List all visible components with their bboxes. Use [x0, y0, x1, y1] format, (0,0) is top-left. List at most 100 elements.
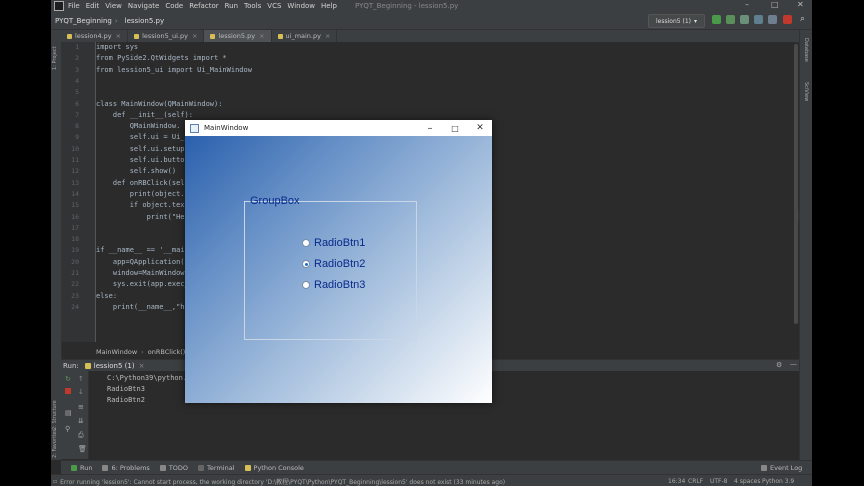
- code-line: app=QApplication(s: [96, 257, 189, 266]
- radio-btn-3[interactable]: RadioBtn3: [302, 279, 365, 291]
- line-number-gutter: 1 2 3 4 5 6 7 8 9 10 11 12 13 14 15 16 17 18 19 20 21 22 23 24: [61, 42, 96, 342]
- radio-indicator: [302, 281, 310, 289]
- line-number: 5: [75, 88, 79, 97]
- run-config-label: lession5 (1): [656, 17, 691, 25]
- stop-icon[interactable]: [783, 15, 792, 24]
- maximize-icon[interactable]: □: [771, 0, 779, 9]
- concurrency-icon[interactable]: [768, 15, 777, 24]
- radio-btn-1[interactable]: RadioBtn1: [302, 237, 365, 249]
- tool-todo-label: TODO: [168, 464, 189, 472]
- tool-python-console-label: Python Console: [253, 464, 304, 472]
- close-tab-icon[interactable]: ×: [325, 32, 330, 40]
- gear-icon[interactable]: ⚙: [776, 361, 782, 369]
- down-icon[interactable]: ↓: [78, 388, 84, 396]
- chevron-down-icon: ▾: [693, 17, 697, 25]
- line-number: 13: [71, 178, 79, 187]
- tool-terminal[interactable]: Terminal: [198, 464, 235, 472]
- tool-event-log[interactable]: Event Log: [761, 464, 802, 472]
- run-config-tab[interactable]: lession5 (1) ×: [84, 362, 145, 370]
- tool-problems[interactable]: 6: Problems: [102, 464, 150, 472]
- line-number: 24: [71, 302, 79, 311]
- tool-sciview[interactable]: SciView: [803, 82, 809, 101]
- maximize-icon[interactable]: □: [443, 120, 467, 136]
- file-encoding[interactable]: UTF-8: [710, 478, 728, 485]
- menu-code[interactable]: Code: [165, 2, 183, 10]
- caret-position[interactable]: 16:34: [668, 478, 685, 485]
- print-icon[interactable]: ⎙: [78, 431, 84, 440]
- status-message[interactable]: Error running 'lession5': Cannot start p…: [60, 477, 505, 486]
- python-file-icon: [277, 33, 283, 39]
- menu-run[interactable]: Run: [225, 2, 238, 10]
- line-number: 16: [71, 212, 79, 221]
- tool-project[interactable]: 1: Project: [52, 46, 58, 70]
- rerun-icon[interactable]: ↻: [65, 375, 71, 383]
- run-icon[interactable]: [712, 15, 721, 24]
- close-tab-icon[interactable]: ×: [192, 32, 197, 40]
- code-line: def onRBClick(sel: [96, 178, 185, 187]
- menu-tools[interactable]: Tools: [244, 2, 261, 10]
- menu-window[interactable]: Window: [287, 2, 315, 10]
- radio-indicator: [302, 239, 310, 247]
- line-number: 9: [75, 133, 79, 142]
- problems-icon: [102, 465, 109, 471]
- app-title-bar[interactable]: MainWindow – □ ✕: [185, 120, 492, 136]
- breadcrumb-project[interactable]: PYQT_Beginning: [55, 17, 112, 25]
- line-number: 8: [75, 122, 79, 131]
- tab-label: ui_main.py: [285, 32, 321, 40]
- run-config-tab-label: lession5 (1): [93, 362, 135, 370]
- line-number: 21: [71, 269, 79, 277]
- navigation-bar: PYQT_Beginning › lession5.py lession5 (1…: [51, 12, 812, 30]
- tool-database[interactable]: Database: [803, 38, 809, 62]
- close-icon[interactable]: ✕: [797, 0, 804, 9]
- menu-file[interactable]: File: [68, 2, 80, 10]
- tool-todo[interactable]: TODO: [159, 464, 189, 472]
- menu-navigate[interactable]: Navigate: [128, 2, 159, 10]
- menu-help[interactable]: Help: [321, 2, 337, 10]
- stop-icon[interactable]: [65, 388, 71, 394]
- tool-python-console[interactable]: Python Console: [244, 464, 304, 472]
- tool-structure[interactable]: 2: Structure: [52, 400, 58, 430]
- code-line: self.show(): [96, 167, 177, 176]
- wrap-icon[interactable]: ≡: [78, 403, 84, 411]
- tab-ui-main[interactable]: ui_main.py ×: [272, 30, 338, 42]
- minimize-icon[interactable]: –: [418, 120, 442, 136]
- code-line: def __init__(self):: [96, 110, 193, 119]
- close-tab-icon[interactable]: ×: [259, 32, 264, 40]
- line-number: 14: [71, 189, 79, 198]
- tool-favorites[interactable]: 2: Favorites: [52, 429, 58, 458]
- run-config-selector[interactable]: lession5 (1) ▾: [648, 14, 705, 28]
- crumb-class[interactable]: MainWindow: [96, 348, 137, 356]
- crumb-method[interactable]: onRBClick(): [148, 348, 186, 356]
- pin-icon[interactable]: ⚲: [65, 425, 70, 433]
- debug-icon[interactable]: [726, 15, 735, 24]
- minimize-icon[interactable]: –: [745, 0, 749, 9]
- close-icon[interactable]: ✕: [468, 120, 492, 136]
- menu-view[interactable]: View: [105, 2, 122, 10]
- menu-edit[interactable]: Edit: [86, 2, 100, 10]
- coverage-icon[interactable]: [740, 15, 749, 24]
- trash-icon[interactable]: 🗑: [78, 445, 87, 453]
- menu-vcs[interactable]: VCS: [267, 2, 281, 10]
- scroll-end-icon[interactable]: ⇊: [78, 417, 84, 425]
- radio-label: RadioBtn1: [314, 237, 366, 249]
- layout-icon[interactable]: ▤: [65, 409, 72, 417]
- up-icon[interactable]: ↑: [78, 375, 84, 383]
- editor-scrollbar[interactable]: [794, 44, 798, 324]
- interpreter[interactable]: Python 3.9: [762, 478, 794, 485]
- tab-lession4[interactable]: lession4.py ×: [61, 30, 129, 42]
- radio-btn-2[interactable]: RadioBtn2: [302, 258, 365, 270]
- python-file-icon: [210, 33, 216, 39]
- close-tab-icon[interactable]: ×: [116, 32, 121, 40]
- code-line: print("He: [96, 212, 185, 221]
- tool-run[interactable]: Run: [71, 464, 92, 472]
- hide-panel-icon[interactable]: —: [790, 360, 797, 368]
- menu-refactor[interactable]: Refactor: [189, 2, 218, 10]
- python-file-icon: [134, 33, 140, 39]
- line-separator[interactable]: CRLF: [688, 478, 703, 485]
- breadcrumb-file[interactable]: lession5.py: [125, 17, 164, 25]
- tab-lession5-ui[interactable]: lession5_ui.py ×: [128, 30, 205, 42]
- profile-icon[interactable]: [754, 15, 763, 24]
- close-tab-icon[interactable]: ×: [139, 362, 145, 370]
- search-icon[interactable]: ⌕: [800, 14, 805, 24]
- indent-setting[interactable]: 4 spaces: [734, 478, 760, 485]
